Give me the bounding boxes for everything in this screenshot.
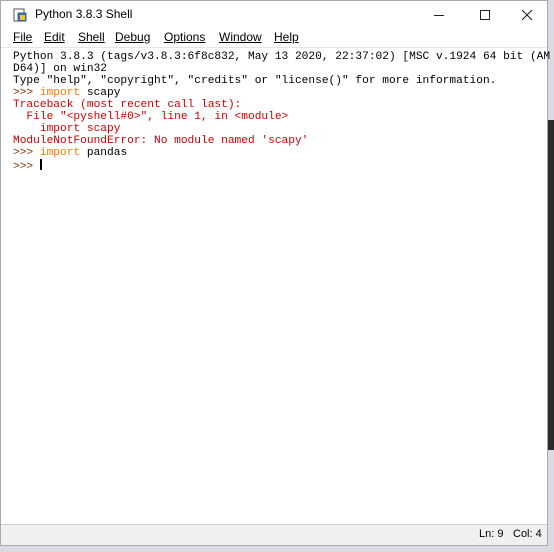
maximize-button[interactable] (467, 1, 503, 29)
menu-window[interactable]: Window (219, 30, 262, 44)
menu-shell-label: Shell (78, 30, 105, 44)
idle-shell-window: Python 3.8.3 Shell File Edit Shell Debug… (0, 0, 551, 546)
traceback-line-3: import scapy (13, 123, 121, 135)
input-line-2: >>> import pandas (13, 147, 127, 159)
minimize-button[interactable] (421, 1, 457, 29)
menu-shell[interactable]: Shell (78, 30, 105, 44)
title-bar[interactable]: Python 3.8.3 Shell (1, 1, 547, 29)
maximize-icon (480, 10, 490, 20)
menu-help[interactable]: Help (274, 30, 299, 44)
banner-line-1: Python 3.8.3 (tags/v3.8.3:6f8c832, May 1… (13, 51, 551, 63)
status-col: Col: 4 (513, 528, 542, 540)
window-title: Python 3.8.3 Shell (35, 7, 133, 21)
background-window-edge (548, 120, 554, 450)
traceback-line-2: File "<pyshell#0>", line 1, in <module> (13, 111, 289, 123)
menu-debug[interactable]: Debug (115, 30, 150, 44)
traceback-line-1: Traceback (most recent call last): (13, 99, 242, 111)
menu-window-label: Window (219, 30, 262, 44)
banner-line-2: D64)] on win32 (13, 63, 107, 75)
menu-options[interactable]: Options (164, 30, 205, 44)
menu-edit-label: Edit (44, 30, 65, 44)
status-bar: Ln: 9 Col: 4 (1, 524, 547, 545)
menu-file-label: File (13, 30, 33, 44)
menu-bar: File Edit Shell Debug Options Window Hel… (1, 29, 547, 47)
shell-prompt: >>> (13, 161, 40, 173)
keyword-import: import (39, 87, 81, 99)
status-line: Ln: 9 (479, 528, 504, 540)
text-cursor (39, 159, 42, 170)
close-button[interactable] (509, 1, 545, 29)
menu-edit[interactable]: Edit (44, 30, 65, 44)
shell-prompt: >>> (13, 87, 40, 99)
close-icon (521, 9, 533, 21)
error-message: ModuleNotFoundError: No module named 'sc… (13, 135, 309, 147)
traceback-keyword: import (13, 123, 81, 135)
python-idle-icon (13, 8, 27, 22)
menu-help-label: Help (274, 30, 299, 44)
menu-file[interactable]: File (13, 30, 32, 44)
menu-debug-label: Debug (115, 30, 151, 44)
command-text: pandas (80, 147, 128, 159)
input-line-3[interactable]: >>> (13, 159, 42, 173)
input-line-1: >>> import scapy (13, 87, 120, 99)
banner-line-3: Type "help", "copyright", "credits" or "… (13, 75, 497, 87)
menu-options-label: Options (164, 30, 206, 44)
traceback-code: scapy (80, 123, 121, 135)
command-text: scapy (80, 87, 121, 99)
keyword-import: import (39, 147, 81, 159)
minimize-icon (434, 15, 444, 16)
shell-text-area[interactable]: Python 3.8.3 (tags/v3.8.3:6f8c832, May 1… (1, 47, 551, 525)
shell-prompt: >>> (13, 147, 40, 159)
